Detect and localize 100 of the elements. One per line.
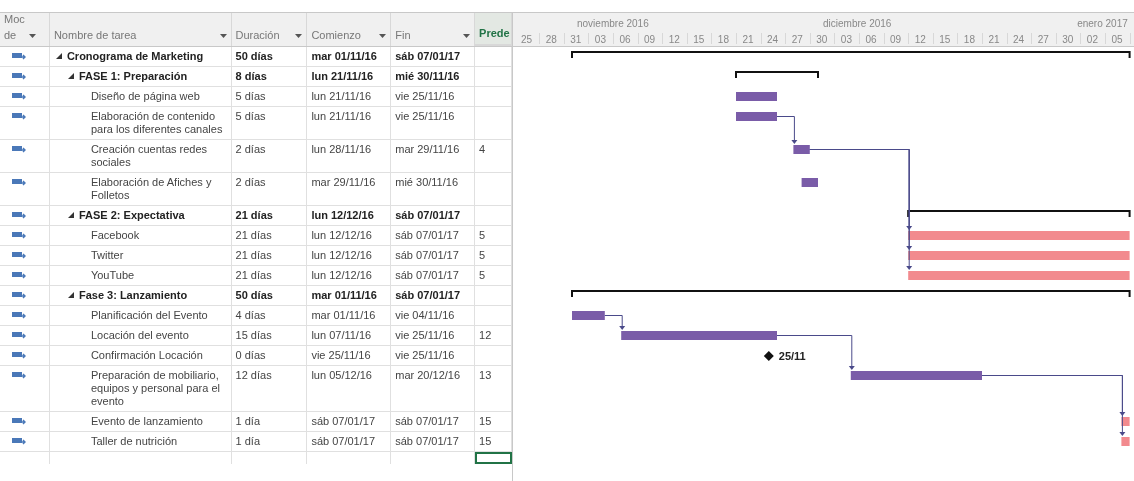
- duration-cell: 5 días: [235, 90, 266, 102]
- task-mode-icon: [12, 178, 26, 187]
- duration-cell: 0 días: [235, 349, 266, 361]
- task-mode-icon: [12, 371, 26, 380]
- predecessor-cell: 13: [479, 369, 492, 381]
- task-mode-icon: [12, 72, 26, 81]
- task-mode-icon: [12, 92, 26, 101]
- duration-cell: 50 días: [235, 289, 273, 301]
- day-label: 06: [864, 33, 878, 47]
- start-date-cell: lun 05/12/16: [311, 369, 372, 381]
- dependency-arrow: [776, 116, 798, 144]
- dropdown-caret-icon[interactable]: [295, 34, 303, 38]
- task-name: YouTube: [90, 269, 135, 282]
- day-label: 18: [716, 33, 730, 47]
- start-date-cell: lun 12/12/16: [311, 209, 374, 221]
- day-label: 21: [741, 33, 755, 47]
- task-mode-icon: [12, 231, 26, 240]
- day-label: 15: [692, 33, 706, 47]
- dropdown-caret-icon[interactable]: [463, 34, 471, 38]
- predecessor-cell: 5: [479, 229, 486, 241]
- task-name: Planificación del Evento: [90, 309, 208, 322]
- duration-cell: 5 días: [235, 110, 266, 122]
- dropdown-caret-icon[interactable]: [379, 34, 387, 38]
- task-name: Diseño de página web: [90, 90, 200, 103]
- column-header[interactable]: Duración: [231, 13, 308, 46]
- task-name: Locación del evento: [90, 329, 189, 342]
- duration-cell: 21 días: [235, 209, 273, 221]
- day-label: 03: [839, 33, 853, 47]
- start-date-cell: lun 12/12/16: [311, 249, 372, 261]
- day-label: 27: [1036, 33, 1050, 47]
- day-label: 03: [593, 33, 607, 47]
- start-date-cell: mar 01/11/16: [311, 309, 376, 321]
- collapse-triangle-icon[interactable]: [67, 212, 74, 218]
- finish-date-cell: vie 25/11/16: [395, 329, 455, 341]
- finish-date-cell: vie 25/11/16: [395, 110, 455, 122]
- collapse-triangle-icon[interactable]: [67, 292, 74, 298]
- task-name: FASE 1: Preparación: [78, 70, 188, 83]
- start-date-cell: lun 21/11/16: [311, 70, 374, 82]
- predecessor-cell: 5: [479, 269, 486, 281]
- column-header[interactable]: Moc de: [0, 13, 50, 46]
- predecessor-cell: 12: [479, 329, 492, 341]
- task-name: Elaboración de Afiches y Folletos: [90, 176, 213, 202]
- duration-cell: 2 días: [235, 176, 266, 188]
- finish-date-cell: mié 30/11/16: [395, 176, 459, 188]
- start-date-cell: lun 12/12/16: [311, 269, 372, 281]
- task-mode-icon: [12, 291, 26, 300]
- start-date-cell: lun 21/11/16: [311, 90, 372, 102]
- task-mode-icon: [12, 417, 26, 426]
- day-label: 18: [962, 33, 976, 47]
- finish-date-cell: vie 25/11/16: [395, 349, 455, 361]
- task-mode-icon: [12, 311, 26, 320]
- day-label: 12: [913, 33, 927, 47]
- predecessor-cell: 15: [479, 415, 492, 427]
- task-name: Twitter: [90, 249, 124, 262]
- duration-cell: 21 días: [235, 229, 272, 241]
- start-date-cell: lun 28/11/16: [311, 143, 372, 155]
- finish-date-cell: vie 25/11/16: [395, 90, 455, 102]
- collapse-triangle-icon[interactable]: [55, 53, 62, 59]
- day-label: 02: [1085, 33, 1099, 47]
- predecessor-cell: 15: [479, 435, 492, 447]
- dropdown-caret-icon[interactable]: [219, 34, 227, 38]
- finish-date-cell: mié 30/11/16: [395, 70, 460, 82]
- column-header[interactable]: Nombre de tarea: [49, 13, 232, 46]
- task-name: Confirmación Locación: [90, 349, 203, 362]
- duration-cell: 4 días: [235, 309, 266, 321]
- duration-cell: 50 días: [235, 50, 273, 62]
- start-date-cell: sáb 07/01/17: [311, 435, 376, 447]
- task-name: Evento de lanzamiento: [90, 415, 203, 428]
- column-header[interactable]: Comienzo: [307, 13, 392, 46]
- finish-date-cell: sáb 07/01/17: [395, 209, 461, 221]
- finish-date-cell: mar 29/11/16: [395, 143, 460, 155]
- predecessor-cell: 5: [479, 249, 486, 261]
- collapse-triangle-icon[interactable]: [67, 73, 74, 79]
- duration-cell: 2 días: [235, 143, 266, 155]
- selected-cell[interactable]: [475, 452, 512, 464]
- task-name: Facebook: [90, 229, 140, 242]
- day-label: 31: [569, 33, 583, 47]
- start-date-cell: vie 25/11/16: [311, 349, 371, 361]
- day-label: 09: [643, 33, 657, 47]
- task-name: Preparación de mobiliario, equipos y personal para el evento: [90, 369, 221, 408]
- dropdown-caret-icon[interactable]: [29, 34, 36, 38]
- duration-cell: 21 días: [235, 269, 272, 281]
- task-mode-icon: [12, 271, 26, 280]
- task-name: Creación cuentas redes sociales: [90, 143, 209, 169]
- task-name: Elaboración de contenido para los diferentes canales: [90, 110, 224, 136]
- start-date-cell: lun 12/12/16: [311, 229, 372, 241]
- finish-date-cell: mar 20/12/16: [395, 369, 461, 381]
- day-label: 30: [815, 33, 829, 47]
- dependency-arrow: [604, 315, 626, 330]
- column-header[interactable]: Prede: [475, 13, 512, 46]
- finish-date-cell: sáb 07/01/17: [395, 289, 461, 301]
- start-date-cell: mar 29/11/16: [311, 176, 376, 188]
- task-name: Fase 3: Lanzamiento: [78, 289, 188, 302]
- task-mode-icon: [12, 331, 26, 340]
- finish-date-cell: sáb 07/01/17: [395, 415, 459, 427]
- day-label: 09: [889, 33, 903, 47]
- task-mode-icon: [12, 145, 26, 154]
- finish-date-cell: sáb 07/01/17: [395, 229, 459, 241]
- day-label: 25: [520, 33, 534, 47]
- start-date-cell: mar 01/11/16: [311, 50, 377, 62]
